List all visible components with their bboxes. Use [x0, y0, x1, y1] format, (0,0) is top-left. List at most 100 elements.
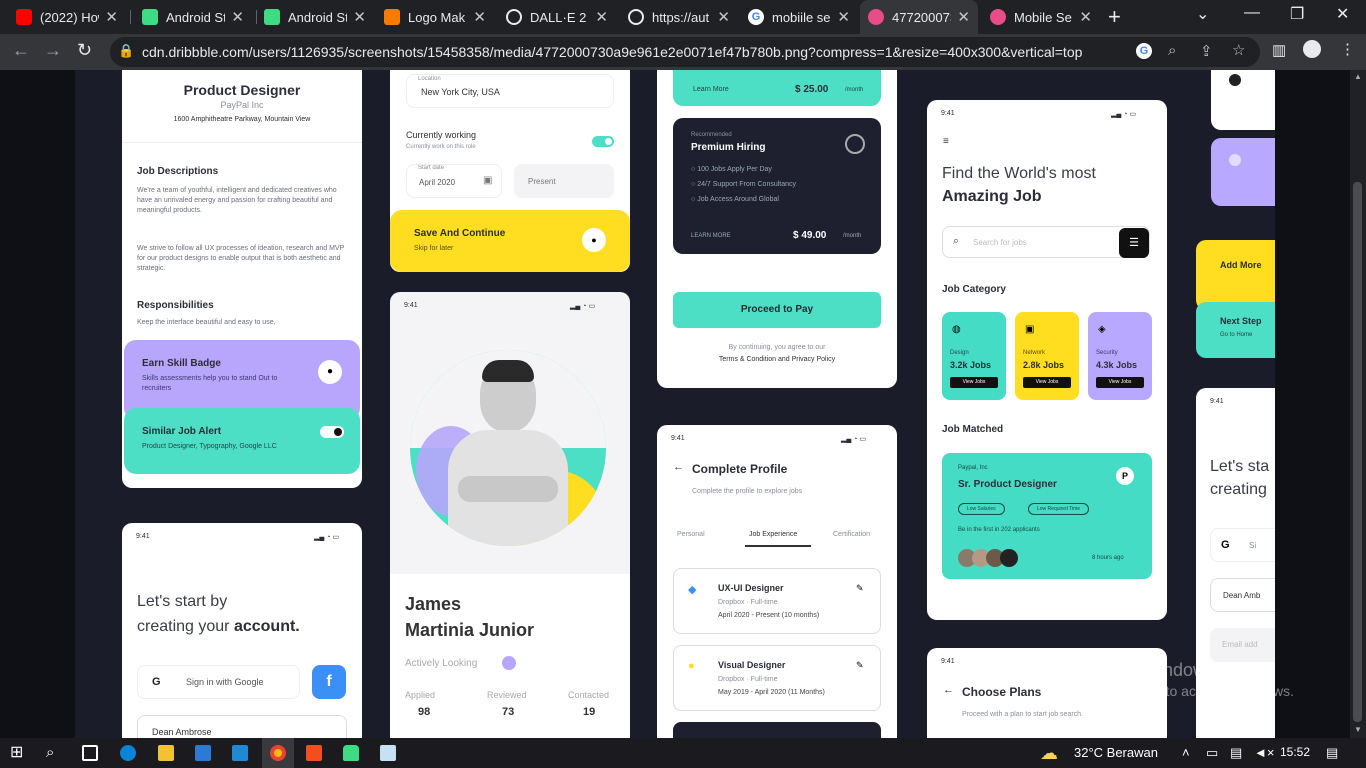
weather-icon[interactable]: ☁ [1040, 743, 1058, 764]
location-field[interactable]: New York City, USA [406, 74, 614, 108]
working-toggle[interactable] [592, 136, 614, 147]
menu-icon[interactable]: ≡ [943, 136, 949, 147]
premium-plan-card[interactable]: Recommended Premium Hiring ○ 100 Jobs Ap… [673, 118, 881, 254]
close-icon[interactable]: ✕ [957, 8, 970, 26]
experience-item[interactable]: ◆ UX-UI Designer Dropbox · Full-time Apr… [673, 568, 881, 634]
learn-more-link[interactable]: LEARN MORE [691, 233, 731, 239]
experience-item-dark[interactable] [673, 722, 881, 738]
job-alert-panel[interactable]: Similar Job Alert Product Designer, Typo… [124, 408, 360, 474]
side-panel-icon[interactable]: ▥ [1272, 41, 1286, 59]
matched-job-card[interactable]: Paypal, Inc Sr. Product Designer P Low S… [942, 453, 1152, 579]
browser-tab-active[interactable]: 477200073 ✕ [860, 0, 978, 34]
add-more-panel[interactable]: Add More [1196, 240, 1275, 310]
search-icon[interactable]: ⌕ [46, 745, 62, 761]
scroll-down-icon[interactable]: ▼ [1354, 725, 1362, 734]
browser-tab[interactable]: DALL·E 2 ✕ [498, 0, 616, 34]
weather-text[interactable]: 32°C Berawan [1074, 745, 1158, 760]
next-step-panel[interactable]: Next Step Go to Home [1196, 302, 1275, 358]
terms-link[interactable]: Terms & Condition and Privacy Policy [657, 356, 897, 363]
new-tab-button[interactable]: + [1108, 4, 1121, 30]
windows-start-icon[interactable]: ⊞ [10, 745, 26, 761]
browser-tab[interactable]: (2022) How ✕ [8, 0, 126, 34]
chevron-up-icon[interactable]: ˄ [1182, 745, 1190, 760]
scroll-up-icon[interactable]: ▲ [1354, 72, 1362, 81]
browser-tab[interactable]: Logo Mak ✕ [376, 0, 494, 34]
google-signin-button[interactable]: G Sign in with Google [137, 665, 300, 699]
forward-icon[interactable]: → [44, 40, 62, 61]
view-jobs-button[interactable]: View Jobs [1023, 377, 1071, 388]
close-icon[interactable]: ✕ [231, 8, 244, 26]
profile-avatar-icon[interactable] [1303, 40, 1321, 58]
reload-icon[interactable]: ↻ [77, 40, 92, 61]
plan-radio[interactable] [845, 134, 865, 154]
view-jobs-button[interactable]: View Jobs [950, 377, 998, 388]
job-search-input[interactable]: ⌕ Search for jobs ☰ [942, 226, 1150, 258]
name-field[interactable]: Dean Ambrose [137, 715, 347, 738]
share-icon[interactable]: ⇪ [1200, 42, 1213, 60]
close-window-button[interactable]: ✕ [1336, 4, 1349, 24]
arrow-right-icon[interactable]: ● [318, 360, 342, 384]
end-date-field[interactable]: Present [514, 164, 614, 198]
tab-search-icon[interactable]: ⌄ [1196, 4, 1209, 24]
learn-more-link[interactable]: Learn More [693, 86, 729, 93]
edge-icon[interactable] [120, 745, 136, 761]
notifications-icon[interactable]: ▤ [1326, 745, 1338, 761]
page-scrollbar[interactable]: ▲ ▼ [1350, 70, 1366, 738]
close-icon[interactable]: ✕ [595, 8, 608, 26]
browser-tab[interactable]: https://aut ✕ [620, 0, 738, 34]
close-icon[interactable]: ✕ [105, 8, 118, 26]
browser-tab[interactable]: Android St ✕ [256, 0, 374, 34]
close-icon[interactable]: ✕ [837, 8, 850, 26]
figma-icon[interactable] [306, 745, 322, 761]
back-icon[interactable]: ← [12, 40, 30, 61]
filter-button[interactable]: ☰ [1119, 228, 1149, 258]
basic-plan-card[interactable]: Learn More $ 25.00 /month [673, 70, 881, 106]
tab-personal[interactable]: Personal [677, 531, 705, 538]
notepad-icon[interactable] [380, 745, 396, 761]
chrome-icon[interactable] [270, 745, 286, 761]
tab-certification[interactable]: Certification [833, 531, 870, 538]
edit-pencil-icon[interactable]: ✎ [856, 583, 864, 594]
volume-muted-icon[interactable]: ◄× [1254, 745, 1274, 760]
google-signin-button[interactable]: G Si [1210, 528, 1275, 562]
restore-button[interactable]: ❐ [1290, 4, 1304, 24]
view-jobs-button[interactable]: View Jobs [1096, 377, 1144, 388]
mail-icon[interactable] [232, 745, 248, 761]
back-arrow-icon[interactable]: ← [943, 684, 954, 696]
browser-tab[interactable]: Android St ✕ [134, 0, 252, 34]
network-icon[interactable]: ▤ [1230, 745, 1242, 761]
edit-pencil-icon[interactable]: ✎ [856, 660, 864, 671]
store-icon[interactable] [195, 745, 211, 761]
scrollbar-thumb[interactable] [1353, 182, 1362, 722]
category-card-network[interactable]: ▣ Network 2.8k Jobs View Jobs [1015, 312, 1079, 400]
category-card-design[interactable]: ◍ Design 3.2k Jobs View Jobs [942, 312, 1006, 400]
close-icon[interactable]: ✕ [473, 8, 486, 26]
address-bar[interactable]: 🔒 cdn.dribbble.com/users/1126935/screens… [110, 37, 1260, 67]
close-icon[interactable]: ✕ [353, 8, 366, 26]
name-field[interactable]: Dean Amb [1210, 578, 1275, 612]
browser-tab[interactable]: Gmobiile se ✕ [740, 0, 858, 34]
zoom-icon[interactable]: ⌕ [1168, 42, 1176, 59]
menu-icon[interactable]: ⋮ [1340, 40, 1355, 58]
clock-time[interactable]: 15:52 [1280, 745, 1310, 759]
proceed-to-pay-button[interactable]: Proceed to Pay [673, 292, 881, 328]
android-studio-icon[interactable] [343, 745, 359, 761]
save-continue-button[interactable]: Save And Continue Skip for later ● [390, 210, 630, 272]
close-icon[interactable]: ✕ [1079, 8, 1092, 26]
url-text[interactable]: cdn.dribbble.com/users/1126935/screensho… [142, 44, 1142, 60]
file-explorer-icon[interactable] [158, 745, 174, 761]
facebook-signin-button[interactable]: f [312, 665, 346, 699]
browser-tab[interactable]: Mobile Se ✕ [982, 0, 1100, 34]
close-icon[interactable]: ✕ [717, 8, 730, 26]
bookmark-star-icon[interactable]: ☆ [1232, 41, 1245, 59]
device-icon[interactable]: ▭ [1206, 745, 1218, 761]
minimize-button[interactable]: — [1244, 4, 1260, 22]
alert-toggle[interactable] [320, 426, 344, 438]
experience-item[interactable]: ● Visual Designer Dropbox · Full-time Ma… [673, 645, 881, 711]
tab-job-experience[interactable]: Job Experience [749, 531, 797, 538]
email-field[interactable]: Email add [1210, 628, 1275, 662]
google-translate-icon[interactable]: G [1136, 43, 1152, 59]
category-card-security[interactable]: ◈ Security 4.3k Jobs View Jobs [1088, 312, 1152, 400]
start-date-field[interactable]: April 2020 ▣ [406, 164, 502, 198]
back-arrow-icon[interactable]: ← [673, 461, 684, 473]
